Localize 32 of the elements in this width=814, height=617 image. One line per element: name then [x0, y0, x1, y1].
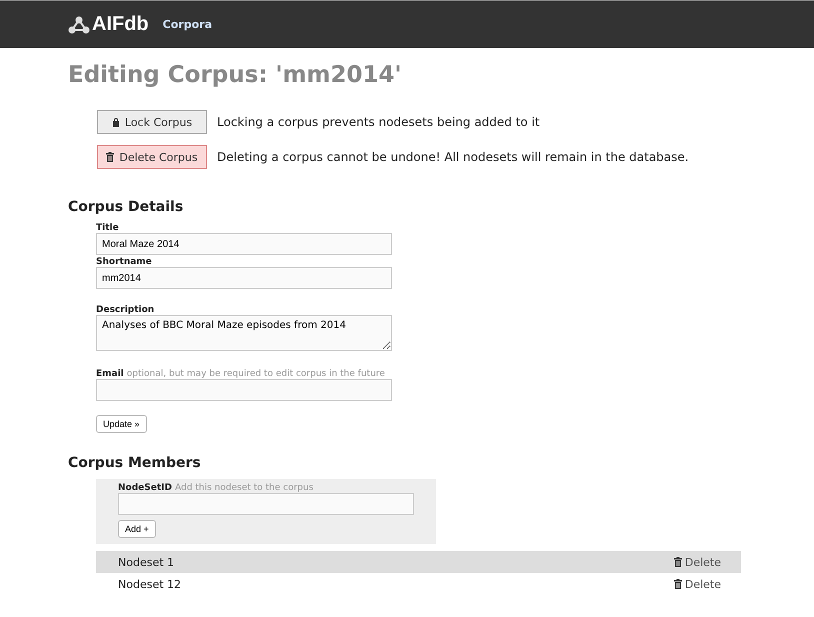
field-hint: Add this nodeset to the corpus [174, 483, 314, 493]
action-note: Locking a corpus prevents nodesets being added to it [217, 115, 540, 129]
description-field[interactable]: Analyses of BBC Moral Maze episodes from 2014 [96, 315, 392, 351]
action-note: Deleting a corpus cannot be undone! All nodesets will remain in the database. [217, 150, 689, 164]
delete-link[interactable]: Delete [674, 556, 721, 568]
trash-icon [674, 557, 682, 567]
page-title: Editing Corpus: 'mm2014' [68, 62, 403, 88]
field-label: Description [96, 305, 154, 315]
field-label: NodeSetID [118, 483, 172, 493]
section-title: Corpus Details [68, 199, 184, 215]
delete-link[interactable]: Delete [674, 578, 721, 590]
lock-corpus-button[interactable]: Lock Corpus [97, 110, 207, 134]
section-title: Corpus Members [68, 455, 202, 471]
input-field[interactable]: mm2014 [96, 267, 392, 289]
input-field[interactable] [96, 379, 392, 401]
nodeset-name: Nodeset 1 [118, 556, 174, 568]
field-hint: optional, but may be required to edit corpus in the future [126, 369, 385, 379]
nav-link[interactable]: Corpora [162, 18, 212, 31]
field-label: Email [96, 369, 124, 379]
add-button[interactable]: Add + [118, 520, 156, 538]
lock-icon [112, 117, 120, 127]
input-field[interactable]: Moral Maze 2014 [96, 233, 392, 255]
network-logo-icon [68, 16, 90, 34]
nodeset-name: Nodeset 12 [118, 578, 182, 590]
trash-icon [106, 152, 114, 162]
brand-name[interactable]: AIFdb [92, 13, 149, 36]
input-field[interactable] [118, 493, 414, 515]
delete-corpus-button[interactable]: Delete Corpus [97, 145, 207, 169]
field-label: Title [96, 223, 119, 233]
field-label: Shortname [96, 257, 152, 267]
update-button[interactable]: Update » [96, 415, 147, 433]
trash-icon [674, 579, 682, 589]
